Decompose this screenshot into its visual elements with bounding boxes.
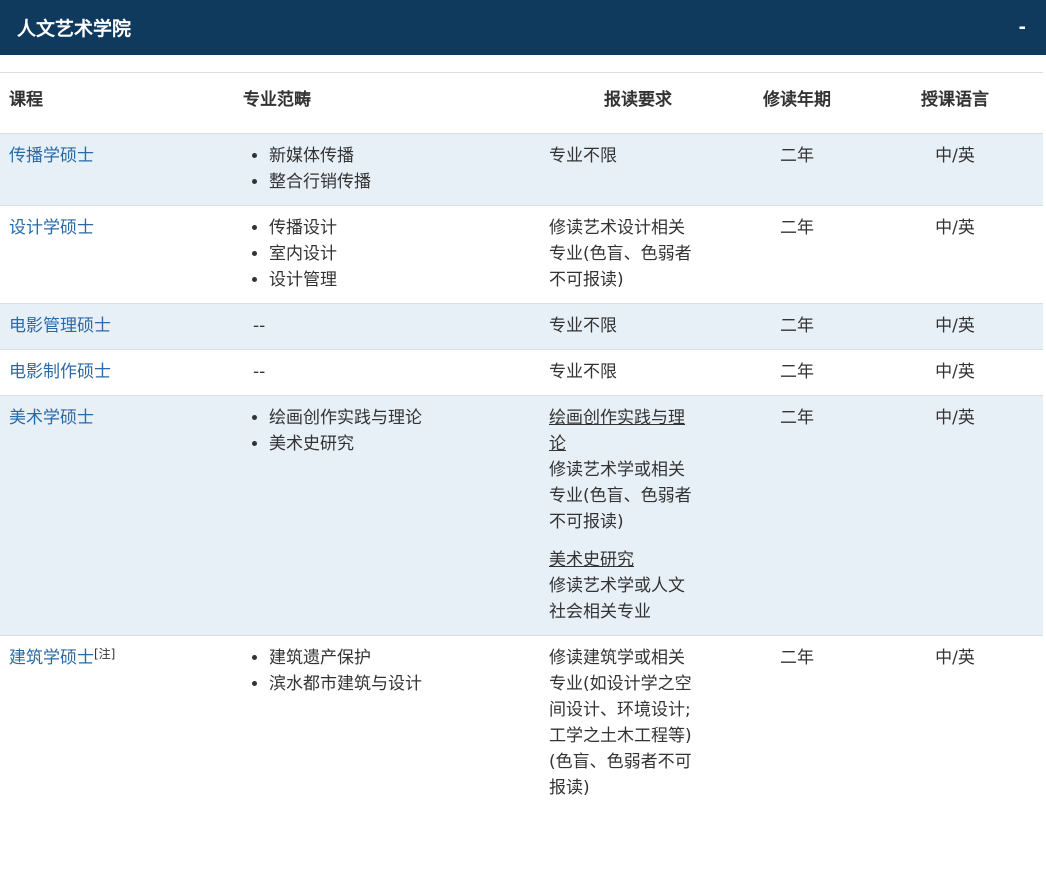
course-cell: 设计学硕士 — [0, 205, 243, 304]
language-cell: 中/英 — [867, 303, 1043, 350]
course-name[interactable]: 电影制作硕士 — [9, 362, 111, 382]
requirements-cell: 修读艺术设计相关 专业(色盲、色弱者 不可报读) — [549, 205, 727, 304]
majors-list: 新媒体传播整合行销传播 — [243, 143, 549, 195]
major-item: 新媒体传播 — [269, 143, 549, 169]
duration-cell: 二年 — [727, 395, 867, 636]
duration-cell: 二年 — [727, 133, 867, 206]
major-item: 传播设计 — [269, 215, 549, 241]
table-row: 美术学硕士绘画创作实践与理论美术史研究绘画创作实践与理 论修读艺术学或相关 专业… — [0, 395, 1043, 636]
course-link[interactable]: 建筑学硕士 — [9, 648, 94, 668]
collapse-toggle-button[interactable]: - — [1015, 17, 1030, 38]
panel-title: 人文艺术学院 — [17, 18, 132, 40]
requirement-heading: 美术史研究 — [549, 550, 634, 570]
majors-cell: -- — [243, 349, 549, 396]
majors-cell: 传播设计室内设计设计管理 — [243, 205, 549, 304]
requirements-cell: 修读建筑学或相关 专业(如设计学之空 间设计、环境设计; 工学之土木工程等) (… — [549, 636, 727, 812]
language-cell: 中/英 — [867, 205, 1043, 304]
majors-empty: -- — [253, 316, 266, 336]
major-item: 建筑遗产保护 — [269, 645, 549, 671]
duration-cell: 二年 — [727, 205, 867, 304]
requirement-block: 专业不限 — [549, 313, 727, 339]
requirement-heading: 绘画创作实践与理 论 — [549, 408, 685, 454]
column-header-course: 课程 — [0, 72, 243, 134]
table-row: 电影管理硕士 -- 专业不限 二年 中/英 — [0, 303, 1043, 350]
majors-list: 建筑遗产保护滨水都市建筑与设计 — [243, 645, 549, 697]
course-link[interactable]: 美术学硕士 — [9, 408, 94, 428]
language-cell: 中/英 — [867, 133, 1043, 206]
requirement-text: 修读艺术学或相关 专业(色盲、色弱者 不可报读) — [549, 460, 692, 532]
course-name[interactable]: 建筑学硕士 — [9, 648, 94, 668]
major-item: 室内设计 — [269, 241, 549, 267]
majors-cell: 建筑遗产保护滨水都市建筑与设计 — [243, 636, 549, 812]
major-item: 绘画创作实践与理论 — [269, 405, 549, 431]
course-cell: 电影制作硕士 — [0, 349, 243, 396]
course-name[interactable]: 美术学硕士 — [9, 408, 94, 428]
duration-cell: 二年 — [780, 648, 814, 668]
table-header-row: 课程 专业范畴 报读要求 修读年期 授课语言 — [0, 72, 1043, 134]
table-body: 传播学硕士新媒体传播整合行销传播专业不限二年中/英设计学硕士传播设计室内设计设计… — [0, 133, 1043, 812]
requirement-block: 修读建筑学或相关 专业(如设计学之空 间设计、环境设计; 工学之土木工程等) (… — [549, 645, 727, 801]
major-item: 美术史研究 — [269, 431, 549, 457]
course-name[interactable]: 设计学硕士 — [9, 218, 94, 238]
requirement-block: 专业不限 — [549, 143, 727, 169]
majors-empty: -- — [253, 362, 266, 382]
column-header-duration: 修读年期 — [727, 72, 867, 134]
table-row: 设计学硕士 传播设计室内设计设计管理修读艺术设计相关 专业(色盲、色弱者 不可报读… — [0, 205, 1043, 304]
majors-cell: 绘画创作实践与理论美术史研究 — [243, 395, 549, 636]
course-link[interactable]: 设计学硕士 — [9, 218, 94, 238]
major-item: 整合行销传播 — [269, 169, 549, 195]
column-header-requirements: 报读要求 — [549, 72, 727, 134]
course-link[interactable]: 传播学硕士 — [9, 146, 94, 166]
panel-header: 人文艺术学院 - — [0, 0, 1046, 55]
table-row: 建筑学硕士[注]建筑遗产保护滨水都市建筑与设计修读建筑学或相关 专业(如设计学之… — [0, 636, 1043, 812]
major-item: 设计管理 — [269, 267, 549, 293]
course-cell: 传播学硕士 — [0, 133, 243, 206]
requirements-cell: 专业不限 — [549, 303, 727, 350]
requirement-text: 修读艺术学或人文 社会相关专业 — [549, 576, 685, 622]
column-header-majors: 专业范畴 — [243, 72, 549, 134]
language-cell: 中/英 — [935, 648, 975, 668]
major-item: 滨水都市建筑与设计 — [269, 671, 549, 697]
requirements-cell: 专业不限 — [549, 133, 727, 206]
requirement-block: 专业不限 — [549, 359, 727, 385]
requirement-block: 绘画创作实践与理 论修读艺术学或相关 专业(色盲、色弱者 不可报读) — [549, 405, 727, 535]
language-cell: 中/英 — [867, 395, 1043, 636]
requirements-cell: 专业不限 — [549, 349, 727, 396]
table-row: 传播学硕士 新媒体传播整合行销传播专业不限 二年中/英 — [0, 133, 1043, 206]
duration-cell: 二年 — [727, 303, 867, 350]
majors-list: 绘画创作实践与理论美术史研究 — [243, 405, 549, 457]
requirement-text: 专业不限 — [549, 362, 617, 382]
requirement-text: 专业不限 — [549, 316, 617, 336]
course-name[interactable]: 传播学硕士 — [9, 146, 94, 166]
column-header-language: 授课语言 — [867, 72, 1043, 134]
table-row: 电影制作硕士 -- 专业不限 二年 中/英 — [0, 349, 1043, 396]
footnote-marker: [注] — [94, 647, 116, 661]
course-cell: 电影管理硕士 — [0, 303, 243, 350]
majors-cell: -- — [243, 303, 549, 350]
requirement-text: 专业不限 — [549, 146, 617, 166]
course-link[interactable]: 电影制作硕士 — [9, 362, 111, 382]
requirement-text: 修读建筑学或相关 专业(如设计学之空 间设计、环境设计; 工学之土木工程等) (… — [549, 648, 692, 798]
majors-cell: 新媒体传播整合行销传播 — [243, 133, 549, 206]
course-cell: 建筑学硕士[注] — [0, 636, 243, 812]
requirements-cell: 绘画创作实践与理 论修读艺术学或相关 专业(色盲、色弱者 不可报读) 美术史研究修… — [549, 395, 727, 636]
course-cell: 美术学硕士 — [0, 395, 243, 636]
programs-table: 课程 专业范畴 报读要求 修读年期 授课语言 传播学硕士新媒体传播整合行销传播专… — [0, 72, 1043, 811]
majors-list: 传播设计室内设计设计管理 — [243, 215, 549, 293]
language-cell: 中/英 — [867, 349, 1043, 396]
course-name[interactable]: 电影管理硕士 — [9, 316, 111, 336]
requirement-block: 修读艺术设计相关 专业(色盲、色弱者 不可报读) — [549, 215, 727, 293]
course-link[interactable]: 电影管理硕士 — [9, 316, 111, 336]
requirement-block: 美术史研究修读艺术学或人文 社会相关专业 — [549, 547, 727, 625]
requirement-text: 修读艺术设计相关 专业(色盲、色弱者 不可报读) — [549, 218, 692, 290]
duration-cell: 二年 — [727, 349, 867, 396]
